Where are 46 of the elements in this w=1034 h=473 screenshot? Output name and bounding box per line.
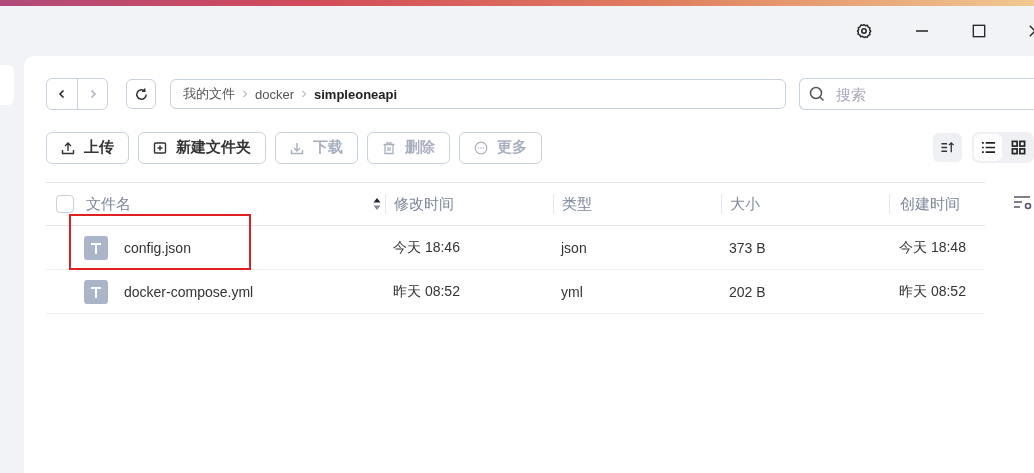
chevron-right-icon	[242, 90, 248, 98]
list-view-button[interactable]	[974, 134, 1002, 161]
table-cell: 今天 18:46	[393, 238, 460, 257]
upload-button[interactable]: 上传	[46, 131, 129, 164]
table-cell: yml	[561, 283, 583, 300]
breadcrumb-item[interactable]: 我的文件	[183, 85, 235, 103]
table-cell: 昨天 08:52	[899, 282, 966, 301]
chevron-left-icon	[57, 89, 67, 99]
table-cell: 202 B	[729, 283, 766, 300]
new-folder-button[interactable]: 新建文件夹	[138, 131, 266, 164]
chevron-right-icon	[301, 90, 308, 98]
settings-icon[interactable]	[856, 23, 872, 39]
maximize-icon[interactable]	[972, 24, 986, 38]
file-name: config.json	[124, 239, 191, 256]
table-cell: 今天 18:48	[899, 238, 966, 257]
column-header[interactable]: 类型	[562, 194, 592, 214]
grid-icon	[1010, 140, 1026, 155]
column-header[interactable]: 大小	[730, 194, 760, 214]
list-icon	[980, 140, 996, 155]
refresh-button[interactable]	[126, 79, 156, 109]
add-folder-icon	[153, 140, 167, 155]
sort-button[interactable]	[933, 133, 962, 162]
column-header[interactable]: 创建时间	[900, 194, 960, 214]
column-header[interactable]: 文件名	[86, 194, 131, 214]
more-icon	[474, 140, 488, 155]
refresh-icon	[133, 86, 149, 102]
select-all-checkbox[interactable]	[56, 195, 74, 213]
search-field[interactable]: 搜索	[799, 78, 1034, 110]
download-icon	[290, 140, 304, 155]
table-cell: json	[561, 239, 587, 256]
column-header[interactable]: 修改时间	[394, 194, 454, 214]
breadcrumb-item[interactable]: docker	[255, 86, 295, 102]
file-name: docker-compose.yml	[124, 283, 254, 300]
sort-icon	[940, 140, 955, 155]
text-file-icon	[84, 235, 108, 260]
file-row[interactable]: docker-compose.yml 昨天 08:52 yml 202 B 昨天 08:52	[46, 270, 985, 314]
text-file-icon	[84, 279, 108, 304]
breadcrumb-item[interactable]: simpleoneapi	[314, 86, 398, 102]
search-icon	[809, 86, 825, 102]
table-cell: 373 B	[729, 239, 766, 256]
table-cell: 昨天 08:52	[393, 282, 460, 301]
column-settings-icon[interactable]	[1013, 194, 1033, 210]
trash-icon	[382, 140, 396, 155]
file-row[interactable]: config.json 今天 18:46 json 373 B 今天 18:48	[46, 226, 985, 270]
sort-arrows-icon[interactable]	[373, 197, 381, 211]
upload-icon	[61, 140, 75, 155]
